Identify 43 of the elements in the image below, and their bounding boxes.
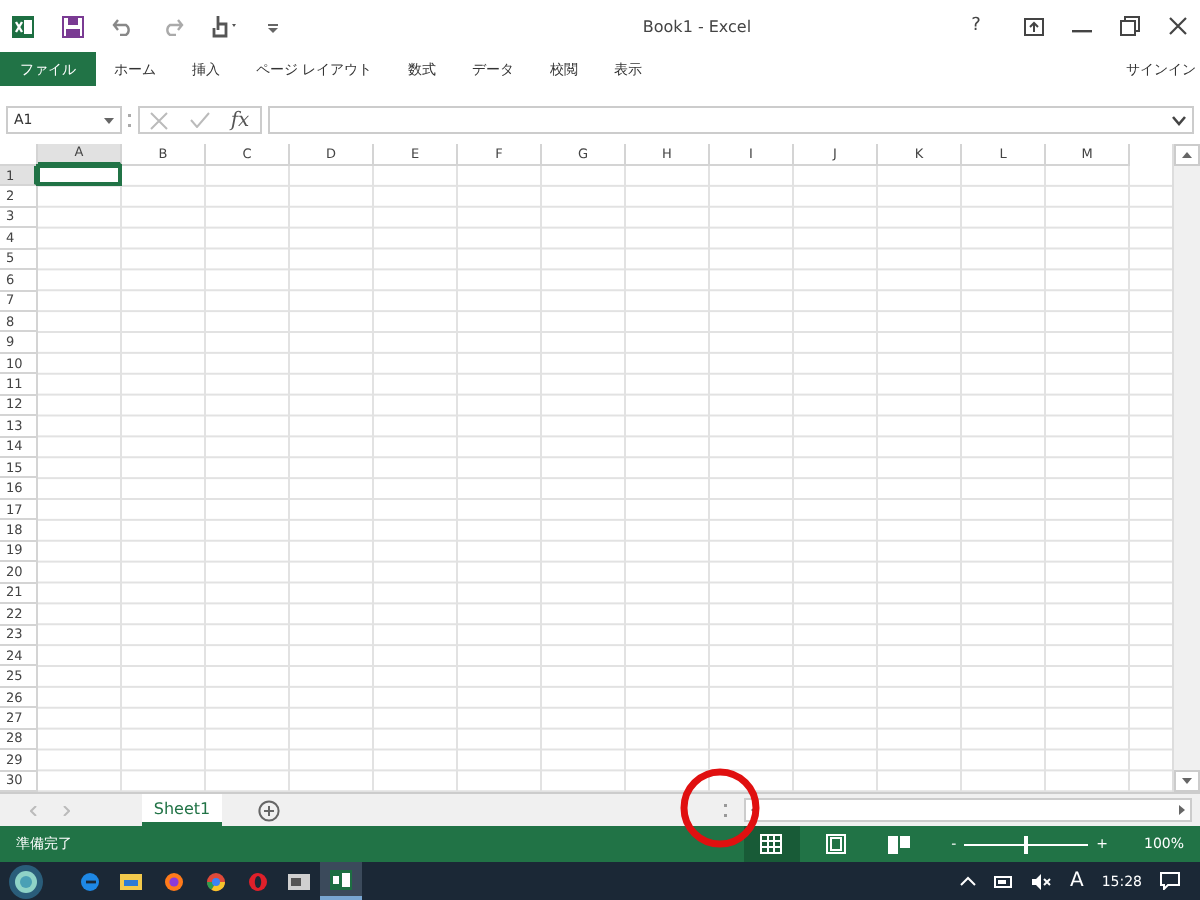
customize-icon[interactable] xyxy=(268,19,278,34)
folder-icon xyxy=(120,872,142,890)
undo-icon[interactable] xyxy=(112,17,134,36)
excel-logo-icon xyxy=(12,15,34,38)
formula-input[interactable] xyxy=(268,106,1194,135)
browser-icon xyxy=(205,871,225,891)
scroll-right-icon[interactable] xyxy=(1174,802,1190,818)
dropdown-icon[interactable] xyxy=(104,117,114,124)
cell-grid[interactable] xyxy=(38,165,1172,792)
horizontal-scrollbar[interactable] xyxy=(744,798,1192,822)
zoom-thumb[interactable] xyxy=(1024,835,1029,853)
media-icon xyxy=(288,872,310,890)
annotation-circle xyxy=(678,766,762,850)
taskbar-app[interactable] xyxy=(320,862,362,900)
page-icon xyxy=(825,834,846,854)
selected-cell[interactable] xyxy=(36,163,122,187)
view-button[interactable] xyxy=(743,826,800,862)
browser-icon xyxy=(163,871,183,891)
input-method-indicator[interactable]: A xyxy=(1069,870,1084,892)
browser-icon xyxy=(247,871,267,891)
close-icon[interactable] xyxy=(1168,16,1188,37)
muted-speaker-icon[interactable] xyxy=(1031,873,1052,889)
expand-icon[interactable] xyxy=(1172,115,1186,126)
touch-mode-icon[interactable] xyxy=(212,14,240,39)
notification-icon[interactable] xyxy=(1160,872,1180,890)
scroll-down-icon[interactable] xyxy=(1174,770,1200,792)
ribbon-display-icon[interactable] xyxy=(1024,17,1044,36)
battery-icon[interactable] xyxy=(993,875,1014,887)
start-button[interactable] xyxy=(8,863,44,899)
browser-icon xyxy=(79,871,99,891)
save-icon[interactable] xyxy=(62,15,84,38)
excel-icon xyxy=(330,869,352,889)
scroll-up-icon[interactable] xyxy=(1174,143,1200,166)
grid-icon xyxy=(760,834,783,854)
page-break-icon xyxy=(888,835,911,853)
vertical-scrollbar[interactable] xyxy=(1172,143,1200,792)
help-button[interactable]: ? xyxy=(956,16,996,37)
chevron-up-icon[interactable] xyxy=(959,876,976,886)
window-title: Book1 - Excel xyxy=(640,17,754,36)
restore-icon[interactable] xyxy=(1120,16,1140,37)
sheet-tab[interactable]: Sheet1 xyxy=(142,794,222,826)
add-sheet-icon[interactable] xyxy=(258,799,280,821)
insert-function-button[interactable]: fx xyxy=(230,109,250,132)
